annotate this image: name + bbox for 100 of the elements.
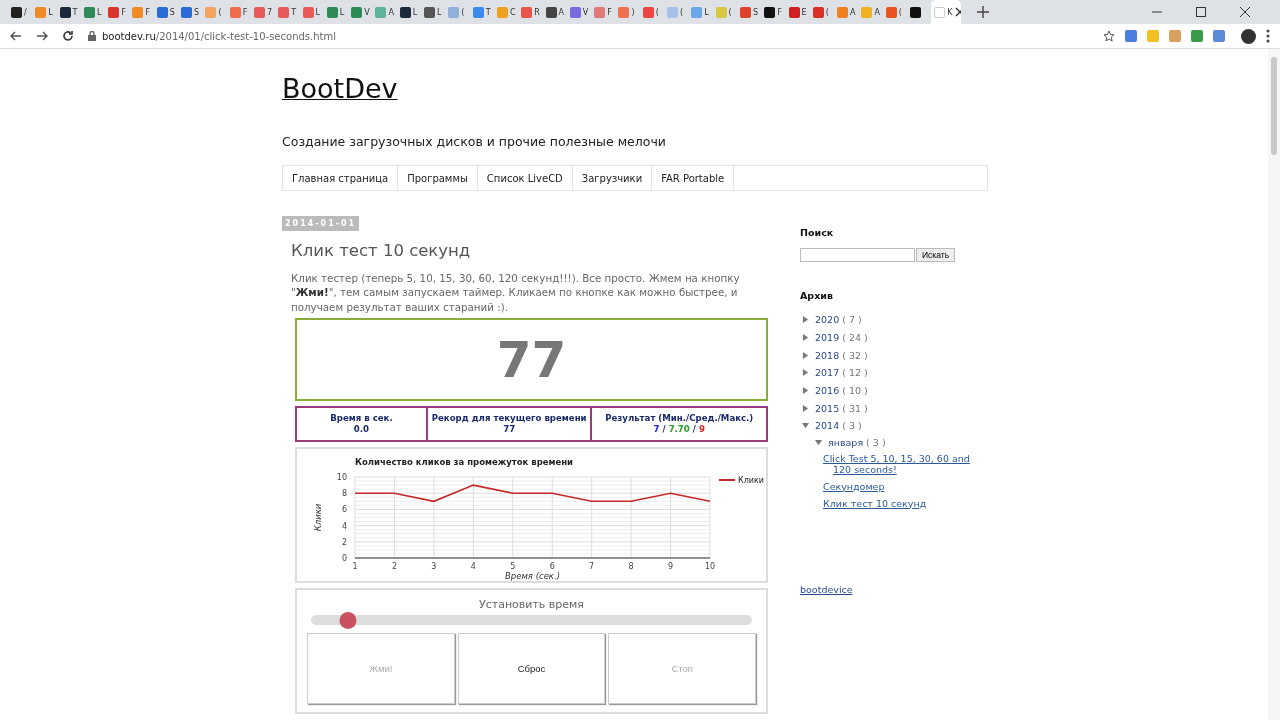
browser-tab[interactable]: / (8, 0, 33, 24)
browser-tab[interactable]: L (688, 0, 713, 24)
archive-year-link[interactable]: 2017 (815, 367, 840, 379)
browser-tab[interactable]: C (493, 0, 519, 24)
collapsed-icon[interactable] (802, 387, 809, 395)
x-tick-label: 7 (589, 562, 595, 572)
browser-tab[interactable]: ) (615, 0, 640, 24)
browser-tab[interactable]: T (56, 0, 81, 24)
browser-tab[interactable]: L (80, 0, 106, 24)
nav-link[interactable]: Главная страница (283, 166, 399, 190)
browser-tab[interactable]: ( (809, 0, 835, 24)
star-icon[interactable] (1103, 30, 1115, 42)
post-count: ( 12 ) (842, 367, 868, 379)
browser-tab[interactable]: ( (639, 0, 664, 24)
browser-tab[interactable]: L (299, 0, 324, 24)
close-icon[interactable] (954, 7, 962, 17)
x-tick-label: 5 (510, 562, 516, 572)
stat-label: Рекорд для текущего времени (431, 413, 587, 425)
browser-tab[interactable]: ( (445, 0, 470, 24)
nav-link[interactable]: Загрузчики (572, 166, 653, 190)
nav-link[interactable]: Список LiveCD (477, 166, 573, 190)
archive-year-link[interactable]: 2018 (815, 349, 840, 361)
browser-tab[interactable]: T (275, 0, 300, 24)
browser-tab[interactable]: V (566, 0, 592, 24)
collapsed-icon[interactable] (802, 404, 809, 412)
browser-tab[interactable]: K (931, 0, 962, 24)
browser-tab[interactable]: F (226, 0, 251, 24)
browser-tab[interactable]: F (761, 0, 786, 24)
profile-link[interactable]: bootdevice (800, 583, 853, 595)
collapsed-icon[interactable] (802, 351, 809, 359)
browser-tab[interactable]: L (421, 0, 446, 24)
collapsed-icon[interactable] (802, 369, 809, 377)
browser-tab[interactable]: L (323, 0, 349, 24)
stat-label: Результат (Мин./Сред./Макс.) (605, 413, 754, 425)
search-heading: Поиск (800, 227, 835, 238)
browser-tab[interactable]: S (178, 0, 203, 24)
x-tick-label: 9 (668, 562, 674, 572)
scrollbar[interactable] (1268, 49, 1280, 720)
forward-icon[interactable] (36, 30, 48, 42)
expanded-icon[interactable] (802, 422, 809, 430)
browser-tab[interactable]: F (129, 0, 154, 24)
browser-tab[interactable]: ( (202, 0, 227, 24)
nav-link[interactable]: FAR Portable (652, 166, 735, 190)
x-axis-title: Время (сек.) (504, 571, 561, 582)
slider-thumb[interactable] (339, 612, 357, 630)
archive-year-link[interactable]: 2016 (815, 385, 840, 397)
time-slider[interactable] (311, 615, 752, 626)
maximize-icon[interactable] (1196, 7, 1206, 17)
browser-tab[interactable]: ( (664, 0, 689, 24)
browser-tab[interactable]: L (396, 0, 422, 24)
extension-icon[interactable] (1213, 30, 1225, 42)
post-link[interactable]: Click Test 5, 10, 15, 30, 60 and 120 seconds! (823, 453, 973, 476)
browser-tab[interactable]: T (469, 0, 494, 24)
browser-tab[interactable]: V (348, 0, 373, 24)
archive-year-link[interactable]: 2014 (815, 420, 840, 432)
browser-tab[interactable]: ( (882, 0, 907, 24)
collapsed-icon[interactable] (802, 316, 809, 324)
browser-tab[interactable]: 7 (250, 0, 276, 24)
x-tick-label: 6 (549, 562, 555, 572)
stat-label: Время в сек. (330, 413, 393, 425)
legend-swatch (718, 479, 736, 482)
post-link[interactable]: Секундомер (823, 481, 973, 493)
blog-title[interactable]: BootDev (282, 73, 398, 104)
new-tab-icon[interactable] (977, 6, 990, 18)
expanded-icon[interactable] (815, 439, 822, 447)
archive-month-link[interactable]: января (828, 437, 864, 449)
extension-icon[interactable] (1125, 30, 1137, 42)
avatar-icon[interactable] (1241, 28, 1256, 44)
browser-tab[interactable]: ( (712, 0, 737, 24)
action-button[interactable]: Сброс (457, 633, 606, 705)
archive-year-link[interactable]: 2020 (815, 314, 840, 326)
address-field[interactable]: bootdev.ru/2014/01/click-test-10-seconds.html (102, 30, 336, 42)
reload-icon[interactable] (62, 30, 74, 42)
menu-icon[interactable] (1266, 29, 1270, 43)
close-icon[interactable] (1240, 7, 1250, 17)
post-count: ( 32 ) (842, 349, 868, 361)
separator: / (662, 424, 666, 436)
browser-tab[interactable]: R (518, 0, 543, 24)
collapsed-icon[interactable] (802, 334, 809, 342)
browser-tab[interactable]: S (153, 0, 179, 24)
search-field[interactable] (800, 248, 915, 262)
post-count: ( 10 ) (842, 385, 868, 397)
browser-tab[interactable]: A (858, 0, 883, 24)
x-tick-label: 4 (470, 562, 476, 572)
extension-icon[interactable] (1191, 30, 1203, 42)
search-button[interactable]: Искать (916, 248, 956, 262)
browser-tab[interactable]: A (834, 0, 859, 24)
browser-tab[interactable]: F (105, 0, 130, 24)
browser-tab[interactable]: A (372, 0, 397, 24)
browser-tab[interactable]: A (542, 0, 567, 24)
back-icon[interactable] (10, 30, 22, 42)
browser-tab[interactable]: L (32, 0, 57, 24)
browser-tab[interactable]: E (785, 0, 810, 24)
browser-tab[interactable]: F (591, 0, 616, 24)
archive-year-link[interactable]: 2015 (815, 402, 840, 414)
browser-tab[interactable]: S (736, 0, 762, 24)
archive-year-link[interactable]: 2019 (815, 332, 840, 344)
post-date: 2014-01-01 (282, 216, 360, 231)
post-link[interactable]: Клик тест 10 секунд (823, 498, 973, 510)
nav-link[interactable]: Программы (398, 166, 478, 190)
